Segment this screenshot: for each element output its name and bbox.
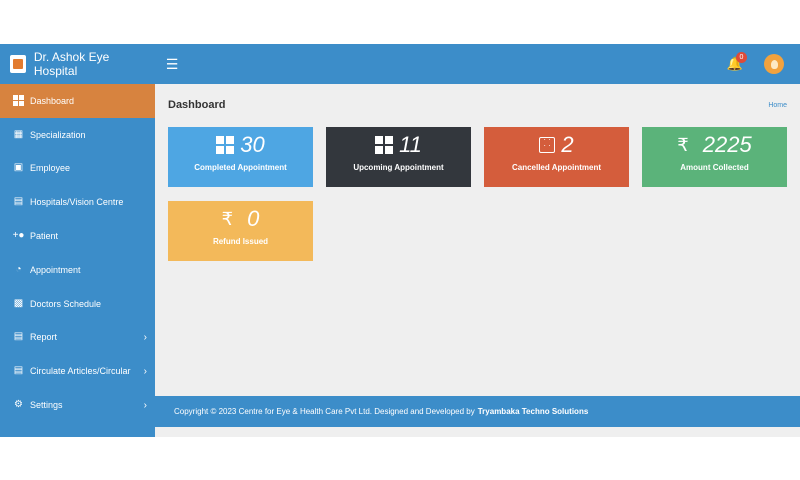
chevron-right-icon: › — [143, 399, 147, 411]
stat-label: Amount Collected — [680, 163, 749, 172]
chevron-right-icon: › — [143, 365, 147, 377]
stat-value: 11 — [399, 132, 422, 157]
sidebar-item-dashboard[interactable]: Dashboard — [0, 84, 155, 118]
top-navbar: Dr. Ashok Eye Hospital ☰ 🔔 0 — [0, 44, 800, 84]
calendar-icon: ▩ — [13, 297, 24, 309]
stat-value: 2 — [561, 132, 574, 157]
chevron-right-icon: › — [143, 331, 147, 343]
sidebar-item-label: Specialization — [30, 129, 86, 140]
id-card-icon: ▣ — [13, 162, 24, 174]
sidebar-item-label: Settings — [30, 400, 63, 411]
sidebar-item-circulate-articles[interactable]: ▤ Circulate Articles/Circular › — [0, 354, 155, 388]
hospital-icon: ▤ — [13, 196, 24, 208]
sidebar-item-label: Patient — [30, 231, 59, 242]
sidebar-item-label: Report — [30, 332, 58, 343]
footer: Copyright © 2023 Centre for Eye & Health… — [155, 396, 800, 427]
hamburger-menu-icon[interactable]: ☰ — [155, 44, 189, 84]
dice-icon — [539, 137, 556, 153]
notifications-button[interactable]: 🔔 0 — [720, 44, 750, 84]
sidebar-item-label: Doctors Schedule — [30, 298, 102, 309]
stat-label: Cancelled Appointment — [511, 163, 602, 172]
grid-icon — [375, 136, 394, 154]
brand-name: Dr. Ashok Eye Hospital — [33, 50, 110, 78]
stat-value: 0 — [247, 206, 260, 231]
sidebar-item-settings[interactable]: ⚙ Settings › — [0, 388, 155, 422]
grid-icon — [216, 136, 235, 154]
page-title: Dashboard — [168, 99, 226, 111]
stat-label: Refund Issued — [212, 237, 269, 246]
hospital-logo-icon — [10, 55, 26, 73]
main-content: Dashboard Home 30 Completed Appointment … — [155, 84, 800, 394]
sidebar-item-employee[interactable]: ▣ Employee — [0, 152, 155, 186]
stat-label: Completed Appointment — [194, 163, 287, 172]
sidebar: Dashboard ▦ Specialization ▣ Employee ▤ … — [0, 84, 155, 437]
stat-value: 30 — [240, 132, 265, 157]
stat-label: Upcoming Appointment — [353, 163, 444, 172]
stat-tile-cancelled[interactable]: 2 Cancelled Appointment — [484, 127, 629, 187]
footer-copyright: Copyright © 2023 Centre for Eye & Health… — [174, 407, 475, 416]
brand[interactable]: Dr. Ashok Eye Hospital — [0, 44, 155, 84]
notification-count-badge: 0 — [736, 52, 747, 63]
sidebar-item-specialization[interactable]: ▦ Specialization — [0, 118, 155, 152]
stopwatch-icon: ◔ — [15, 263, 22, 275]
stat-value: 2225 — [702, 132, 752, 157]
sidebar-item-label: Hospitals/Vision Centre — [30, 197, 124, 208]
sidebar-item-patient[interactable]: +● Patient — [0, 219, 155, 253]
app-window: Dr. Ashok Eye Hospital ☰ 🔔 0 Dashboard ▦… — [0, 44, 800, 437]
rupee-icon: ₹ — [677, 134, 689, 155]
stat-tile-refund-issued[interactable]: ₹ 0 Refund Issued — [168, 201, 313, 261]
user-avatar[interactable] — [764, 54, 784, 74]
gear-icon: ⚙ — [14, 399, 23, 411]
sidebar-item-appointment[interactable]: ◔ Appointment — [0, 253, 155, 287]
sidebar-item-doctors-schedule[interactable]: ▩ Doctors Schedule — [0, 287, 155, 321]
user-plus-icon: +● — [12, 230, 25, 242]
footer-company: Tryambaka Techno Solutions — [477, 407, 589, 416]
sidebar-item-report[interactable]: ▤ Report › — [0, 321, 155, 355]
sidebar-item-label: Employee — [30, 163, 71, 174]
sidebar-item-label: Dashboard — [30, 95, 75, 106]
article-icon: ▤ — [13, 365, 24, 377]
sidebar-item-label: Appointment — [30, 264, 81, 275]
dashboard-icon — [13, 95, 24, 107]
stat-tile-amount-collected[interactable]: ₹ 2225 Amount Collected — [642, 127, 787, 187]
report-icon: ▤ — [13, 331, 24, 343]
sidebar-item-hospitals[interactable]: ▤ Hospitals/Vision Centre — [0, 185, 155, 219]
building-icon: ▦ — [13, 128, 24, 140]
stat-tile-upcoming[interactable]: 11 Upcoming Appointment — [326, 127, 471, 187]
stat-tile-completed[interactable]: 30 Completed Appointment — [168, 127, 313, 187]
sidebar-item-label: Circulate Articles/Circular — [30, 366, 131, 377]
rupee-icon: ₹ — [221, 208, 234, 229]
breadcrumb-home-link[interactable]: Home — [768, 102, 787, 109]
